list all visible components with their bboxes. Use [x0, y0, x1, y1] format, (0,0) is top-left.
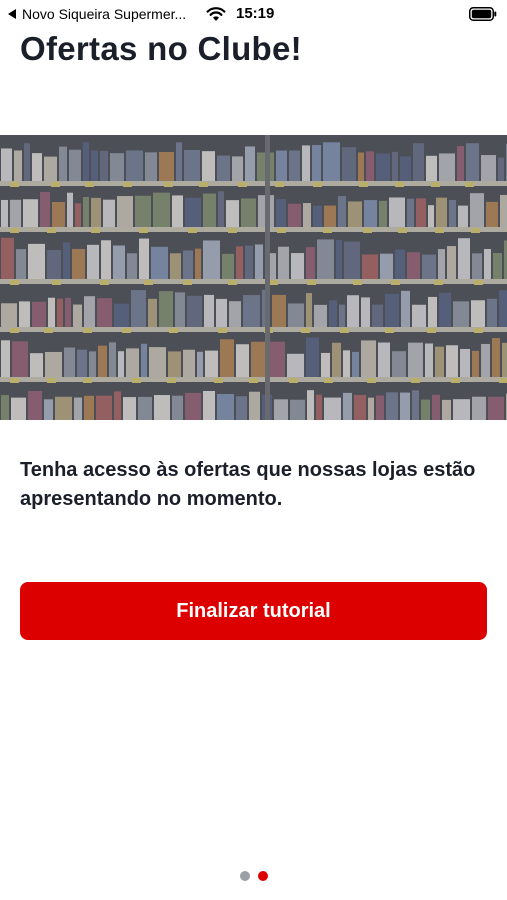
back-to-app-link[interactable]: Novo Siqueira Supermer... — [8, 6, 186, 22]
battery-icon — [469, 7, 497, 21]
pager-dot-2[interactable] — [258, 871, 268, 881]
page-title: Ofertas no Clube! — [20, 30, 302, 67]
supermarket-shelves-image — [0, 135, 507, 420]
status-bar: Novo Siqueira Supermer... 15:19 — [0, 0, 507, 28]
tutorial-description: Tenha acesso às ofertas que nossas lojas… — [20, 459, 476, 510]
shelves-illustration — [0, 135, 507, 420]
back-app-label: Novo Siqueira Supermer... — [22, 6, 187, 22]
back-triangle-icon — [8, 9, 16, 19]
finish-tutorial-button[interactable]: Finalizar tutorial — [20, 582, 487, 640]
pager-dot-1[interactable] — [240, 871, 250, 881]
wifi-icon — [206, 7, 226, 21]
pager-dots — [240, 871, 268, 881]
status-time: 15:19 — [236, 5, 275, 22]
